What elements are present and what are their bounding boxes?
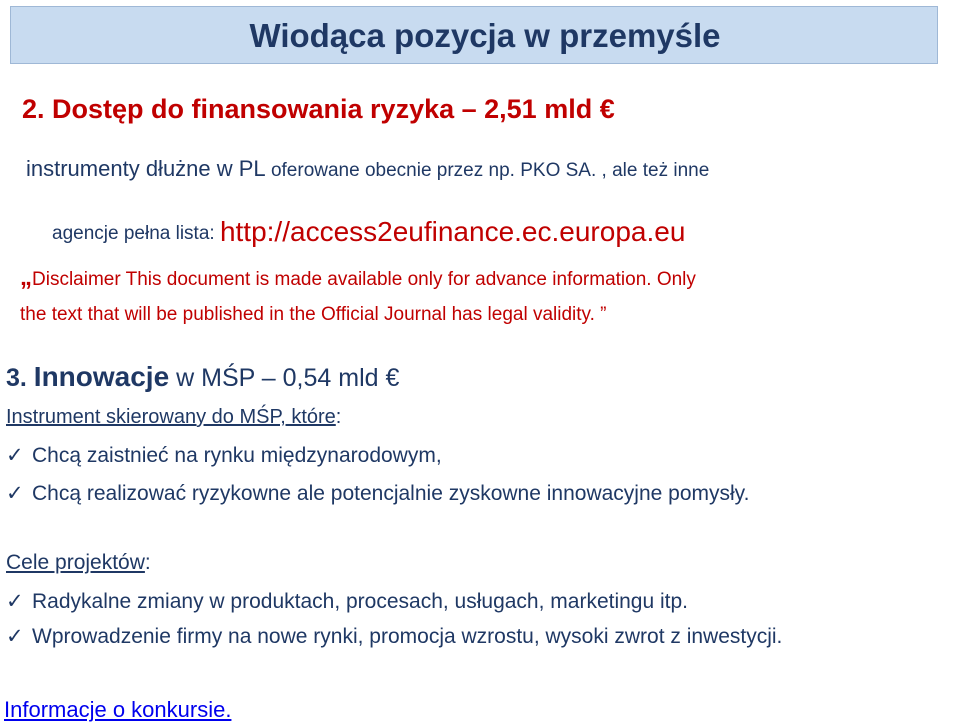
goals-heading: Cele projektów: [6, 551, 151, 575]
section3-subheading: Instrument skierowany do MŚP, które: [6, 406, 341, 429]
list-item: ✓ Wprowadzenie firmy na nowe rynki, promo… [6, 624, 782, 649]
checkmark-icon: ✓ [6, 625, 24, 648]
euro-icon: € [385, 364, 400, 392]
list-item: ✓ Radykalne zmiany w produktach, procesac… [6, 589, 688, 614]
section3-word: Innowacje [33, 361, 170, 392]
subheading-text: Instrument skierowany do MŚP, które [6, 406, 336, 428]
section2-line1: instrumenty dłużne w PL oferowane obecni… [26, 156, 709, 182]
goals-heading-text: Cele projektów [6, 551, 145, 574]
section2-line2: agencje pełna lista: http://access2eufin… [52, 214, 685, 247]
title-bar: Wiodąca pozycja w przemyśle [10, 6, 938, 64]
disclaimer-line1: „Disclaimer This document is made availa… [20, 264, 696, 292]
section3-num: 3. [6, 364, 34, 392]
section3-heading: 3. Innowacje w MŚP – 0,54 mld € [6, 361, 399, 393]
subheading-colon: : [335, 406, 342, 428]
section2-heading-text: 2. Dostęp do finansowania ryzyka – 2,51 … [22, 94, 593, 124]
list-item: ✓ Chcą realizować ryzykowne ale potencjal… [6, 481, 749, 506]
disclaimer-text-1: Disclaimer This document is made availab… [32, 269, 696, 290]
quote-mark: „ [20, 264, 32, 291]
list-item-text: Chcą realizować ryzykowne ale potencjaln… [32, 482, 750, 505]
section2-heading: 2. Dostęp do finansowania ryzyka – 2,51 … [22, 94, 615, 125]
list-item: ✓ Chcą zaistnieć na rynku międzynarodowym… [6, 443, 442, 468]
euro-icon: € [599, 94, 615, 124]
contest-info-link[interactable]: Informacje o konkursie. [4, 697, 231, 723]
list-item-text: Wprowadzenie firmy na nowe rynki, promoc… [32, 625, 783, 648]
list-item-text: Radykalne zmiany w produktach, procesach… [32, 590, 689, 613]
checkmark-icon: ✓ [6, 444, 24, 467]
line1-part-a: instrumenty dłużne w PL [26, 156, 266, 181]
checkmark-icon: ✓ [6, 482, 24, 505]
list-item-text: Chcą zaistnieć na rynku międzynarodowym, [32, 444, 442, 467]
disclaimer-line2: the text that will be published in the O… [20, 304, 607, 325]
checkmark-icon: ✓ [6, 590, 24, 613]
section3-rest: w MŚP – 0,54 mld [169, 364, 379, 392]
line1-part-b: oferowane obecnie przez np. PKO SA. , al… [265, 160, 710, 181]
line2-part-a: agencje pełna lista: [52, 223, 220, 244]
goals-heading-colon: : [144, 551, 151, 574]
page-title: Wiodąca pozycja w przemyśle [249, 17, 721, 54]
access2eufinance-link[interactable]: http://access2eufinance.ec.europa.eu [220, 216, 685, 247]
